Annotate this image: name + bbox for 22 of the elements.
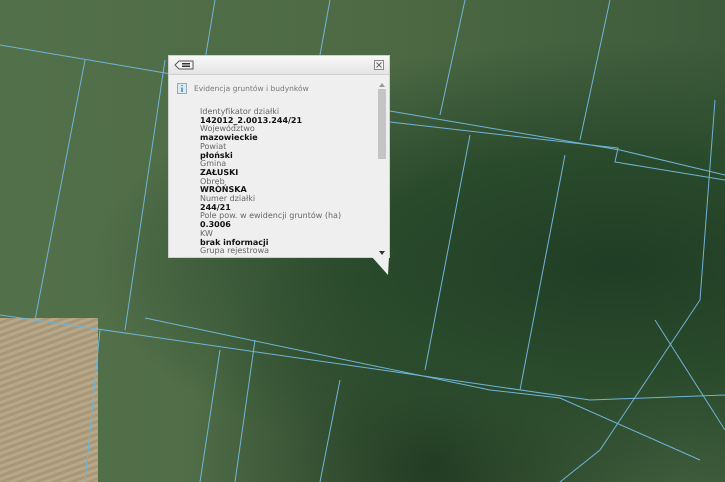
field-label: Pole pow. w ewidencji gruntów (ha) [200, 212, 342, 221]
scroll-down-icon[interactable] [379, 251, 385, 255]
field-label: Województwo [200, 125, 255, 134]
field-label: Identyfikator działki [200, 108, 280, 117]
field-label: Grupa rejestrowa [200, 247, 270, 256]
info-icon [177, 83, 187, 94]
field-value: mazowieckie [200, 134, 259, 142]
field-value: 0.3006 [200, 221, 232, 230]
list-back-button[interactable] [174, 60, 194, 70]
field-value: ZAŁUSKI [200, 168, 240, 178]
field-value: brak informacji [200, 238, 270, 247]
field-label: Numer działki [200, 195, 256, 204]
close-button[interactable] [374, 60, 384, 70]
field-value: płoński [200, 152, 234, 160]
field-value: 142012_2.0013.244/21 [200, 116, 304, 125]
field-label: KW [200, 230, 214, 238]
field-value: 244/21 [200, 204, 232, 212]
scrollbar-thumb[interactable] [378, 89, 386, 159]
field-label: Powiat [200, 142, 228, 152]
field-label: Obręb [200, 178, 225, 186]
field-value: WROŃSKA [200, 186, 248, 194]
field-label: Gmina [200, 160, 226, 169]
